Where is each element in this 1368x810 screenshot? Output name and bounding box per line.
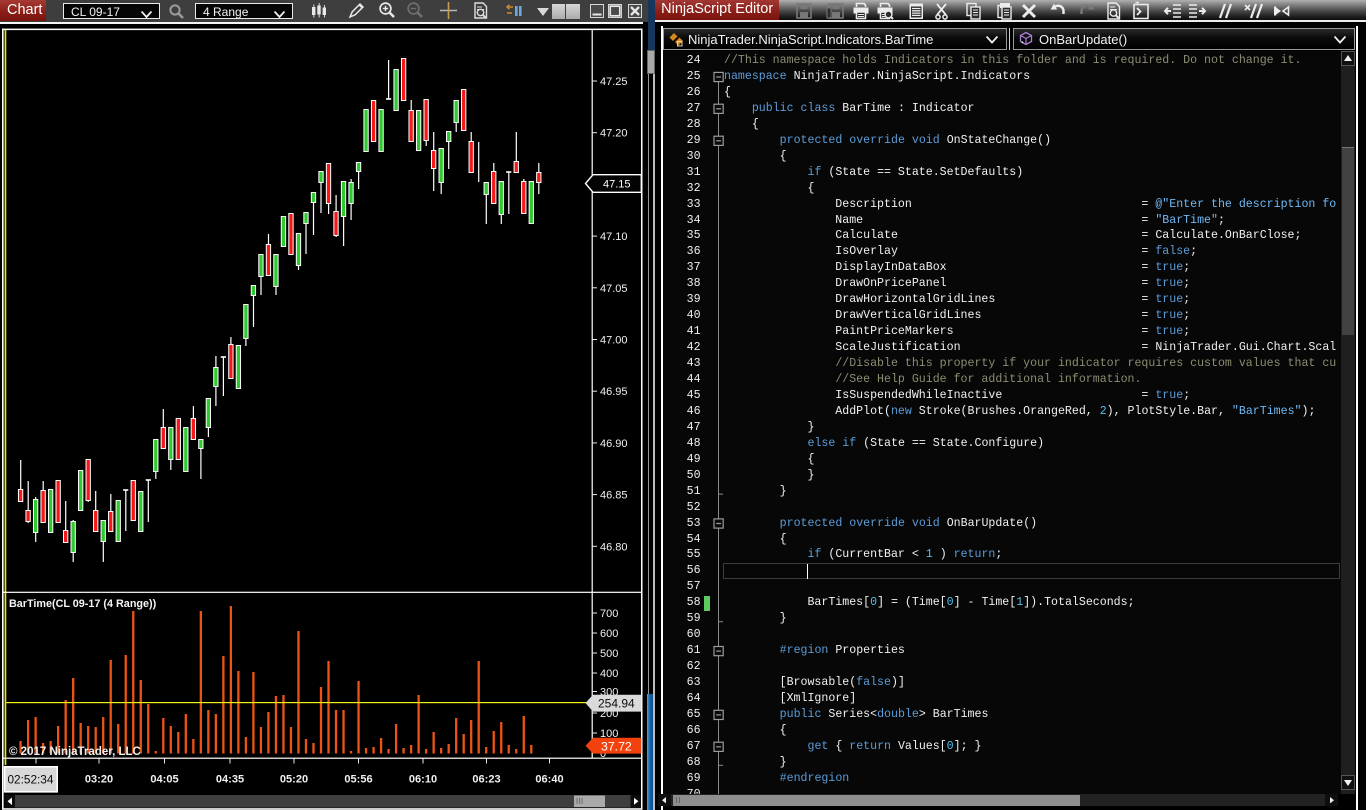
svg-text:© 2017 NinjaTrader, LLC: © 2017 NinjaTrader, LLC xyxy=(9,746,141,758)
svg-text:400: 400 xyxy=(600,668,618,680)
svg-text:05:20: 05:20 xyxy=(280,774,308,786)
svg-text:254.94: 254.94 xyxy=(598,697,635,711)
svg-text:47.15: 47.15 xyxy=(603,179,631,191)
svg-text:46.95: 46.95 xyxy=(600,386,628,398)
svg-text:46.80: 46.80 xyxy=(600,541,628,553)
svg-text:47.00: 47.00 xyxy=(600,335,628,347)
svg-text:03:20: 03:20 xyxy=(85,774,113,786)
svg-text:02:52:34: 02:52:34 xyxy=(8,773,54,787)
svg-text:47.20: 47.20 xyxy=(600,128,628,140)
svg-text:06:40: 06:40 xyxy=(535,774,563,786)
svg-text:04:35: 04:35 xyxy=(216,774,244,786)
svg-text:37.72: 37.72 xyxy=(601,740,632,754)
svg-text:600: 600 xyxy=(600,628,618,640)
svg-text:47.10: 47.10 xyxy=(600,231,628,243)
svg-text:04:05: 04:05 xyxy=(150,774,178,786)
svg-text:46.90: 46.90 xyxy=(600,438,628,450)
svg-text:05:56: 05:56 xyxy=(344,774,372,786)
svg-text:47.25: 47.25 xyxy=(600,76,628,88)
svg-text:06:10: 06:10 xyxy=(409,774,437,786)
svg-text:06:23: 06:23 xyxy=(472,774,500,786)
svg-text:500: 500 xyxy=(600,648,618,660)
svg-text:46.85: 46.85 xyxy=(600,490,628,502)
svg-text:47.05: 47.05 xyxy=(600,283,628,295)
svg-text:700: 700 xyxy=(600,608,618,620)
svg-text:BarTime(CL 09-17 (4 Range)): BarTime(CL 09-17 (4 Range)) xyxy=(9,598,157,610)
